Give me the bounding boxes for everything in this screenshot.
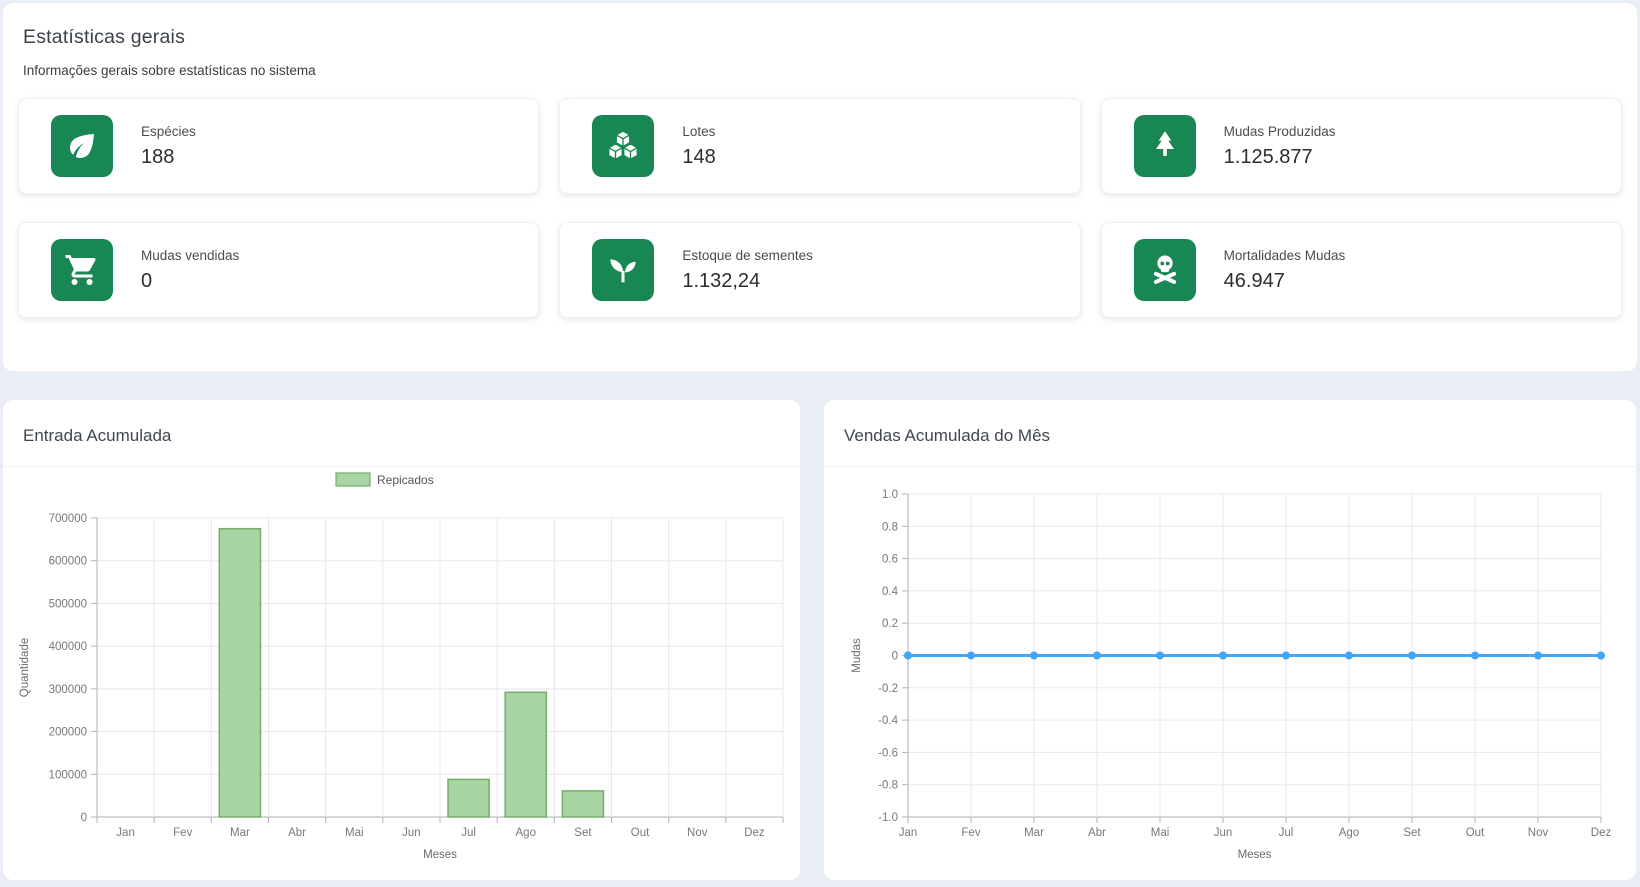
svg-text:-1.0: -1.0: [878, 812, 898, 824]
stat-label: Lotes: [682, 124, 715, 139]
svg-text:Jan: Jan: [116, 827, 135, 839]
svg-text:400000: 400000: [49, 641, 87, 653]
svg-text:Mudas: Mudas: [851, 638, 863, 673]
svg-text:Quantidade: Quantidade: [19, 638, 31, 697]
svg-text:0.4: 0.4: [882, 586, 899, 598]
stat-value: 148: [682, 146, 715, 169]
cart-icon: [51, 239, 113, 301]
svg-text:-0.6: -0.6: [878, 747, 898, 759]
tree-icon: [1134, 115, 1196, 177]
svg-text:1.0: 1.0: [882, 489, 898, 501]
svg-text:Ago: Ago: [1339, 827, 1359, 839]
stat-label: Mudas Produzidas: [1224, 124, 1336, 139]
entrada-acumulada-chart[interactable]: 0 100000 200000 300000 400000 500000 600000 700…: [3, 467, 800, 879]
entrada-acumulada-panel: Entrada Acumulada 0 100000 200000 300000 400…: [3, 400, 800, 880]
svg-text:Jan: Jan: [899, 827, 918, 839]
svg-text:-0.4: -0.4: [878, 715, 898, 727]
stat-value: 188: [141, 146, 196, 169]
svg-text:Dez: Dez: [1591, 827, 1612, 839]
svg-text:Dez: Dez: [744, 827, 765, 839]
svg-text:Jul: Jul: [1279, 827, 1294, 839]
panel-title: Vendas Acumulada do Mês: [844, 426, 1050, 446]
vendas-acumulada-chart[interactable]: -1.0 -0.8 -0.6 -0.4 -0.2 0 0.2 0.4 0.6 0.8 1.0 Jan F…: [824, 467, 1636, 879]
panel-header: Vendas Acumulada do Mês: [824, 400, 1636, 467]
stat-value: 1.132,24: [682, 270, 813, 293]
vendas-acumulada-panel: Vendas Acumulada do Mês -1.0 -0.8 -0.6 -0.4…: [824, 400, 1636, 880]
svg-text:Set: Set: [574, 827, 592, 839]
svg-text:0.6: 0.6: [882, 554, 898, 566]
svg-text:0: 0: [892, 651, 898, 663]
svg-text:Mar: Mar: [1024, 827, 1044, 839]
svg-text:Set: Set: [1403, 827, 1421, 839]
stat-card-estoque-sementes: Estoque de sementes 1.132,24: [559, 222, 1080, 318]
stat-card-mortalidades: Mortalidades Mudas 46.947: [1101, 222, 1622, 318]
cubes-icon: [592, 115, 654, 177]
svg-text:0.8: 0.8: [882, 521, 898, 533]
stats-cards: Espécies 188 Lotes 148 Mudas P: [18, 98, 1622, 318]
page-title: Estatísticas gerais: [23, 26, 1617, 49]
panel-header: Entrada Acumulada: [3, 400, 800, 467]
stat-value: 46.947: [1224, 270, 1346, 293]
svg-text:Fev: Fev: [173, 827, 192, 839]
svg-text:Nov: Nov: [687, 827, 708, 839]
svg-text:Out: Out: [631, 827, 650, 839]
stat-card-mudas-produzidas: Mudas Produzidas 1.125.877: [1101, 98, 1622, 194]
page-subtitle: Informações gerais sobre estatísticas no…: [23, 63, 1617, 78]
stat-card-especies: Espécies 188: [18, 98, 539, 194]
stat-label: Estoque de sementes: [682, 248, 813, 263]
svg-text:Fev: Fev: [961, 827, 980, 839]
svg-text:Out: Out: [1466, 827, 1485, 839]
svg-text:200000: 200000: [49, 727, 87, 739]
leaf-icon: [51, 115, 113, 177]
svg-text:Nov: Nov: [1528, 827, 1549, 839]
svg-text:Meses: Meses: [423, 849, 457, 861]
stat-label: Mudas vendidas: [141, 248, 239, 263]
svg-text:0.2: 0.2: [882, 618, 898, 630]
svg-text:Mar: Mar: [230, 827, 250, 839]
svg-text:700000: 700000: [49, 513, 87, 525]
svg-text:-0.2: -0.2: [878, 683, 898, 695]
stat-value: 1.125.877: [1224, 146, 1336, 169]
svg-text:Ago: Ago: [516, 827, 536, 839]
svg-text:300000: 300000: [49, 684, 87, 696]
svg-text:Repicados: Repicados: [377, 473, 434, 487]
svg-text:600000: 600000: [49, 556, 87, 568]
svg-text:Abr: Abr: [1088, 827, 1106, 839]
svg-text:Mai: Mai: [345, 827, 364, 839]
svg-text:Mai: Mai: [1151, 827, 1170, 839]
svg-text:Jun: Jun: [1214, 827, 1233, 839]
seedling-icon: [592, 239, 654, 301]
skull-crossbones-icon: [1134, 239, 1196, 301]
svg-text:Abr: Abr: [288, 827, 306, 839]
svg-text:100000: 100000: [49, 769, 87, 781]
svg-text:500000: 500000: [49, 598, 87, 610]
svg-text:0: 0: [81, 812, 87, 824]
stat-card-lotes: Lotes 148: [559, 98, 1080, 194]
stat-label: Espécies: [141, 124, 196, 139]
svg-text:Meses: Meses: [1238, 849, 1272, 861]
stats-section: Estatísticas gerais Informações gerais s…: [3, 3, 1637, 371]
svg-text:Jun: Jun: [402, 827, 421, 839]
stat-card-mudas-vendidas: Mudas vendidas 0: [18, 222, 539, 318]
panel-title: Entrada Acumulada: [23, 426, 171, 446]
svg-text:Jul: Jul: [461, 827, 476, 839]
stat-label: Mortalidades Mudas: [1224, 248, 1346, 263]
stat-value: 0: [141, 270, 239, 293]
svg-text:-0.8: -0.8: [878, 780, 898, 792]
